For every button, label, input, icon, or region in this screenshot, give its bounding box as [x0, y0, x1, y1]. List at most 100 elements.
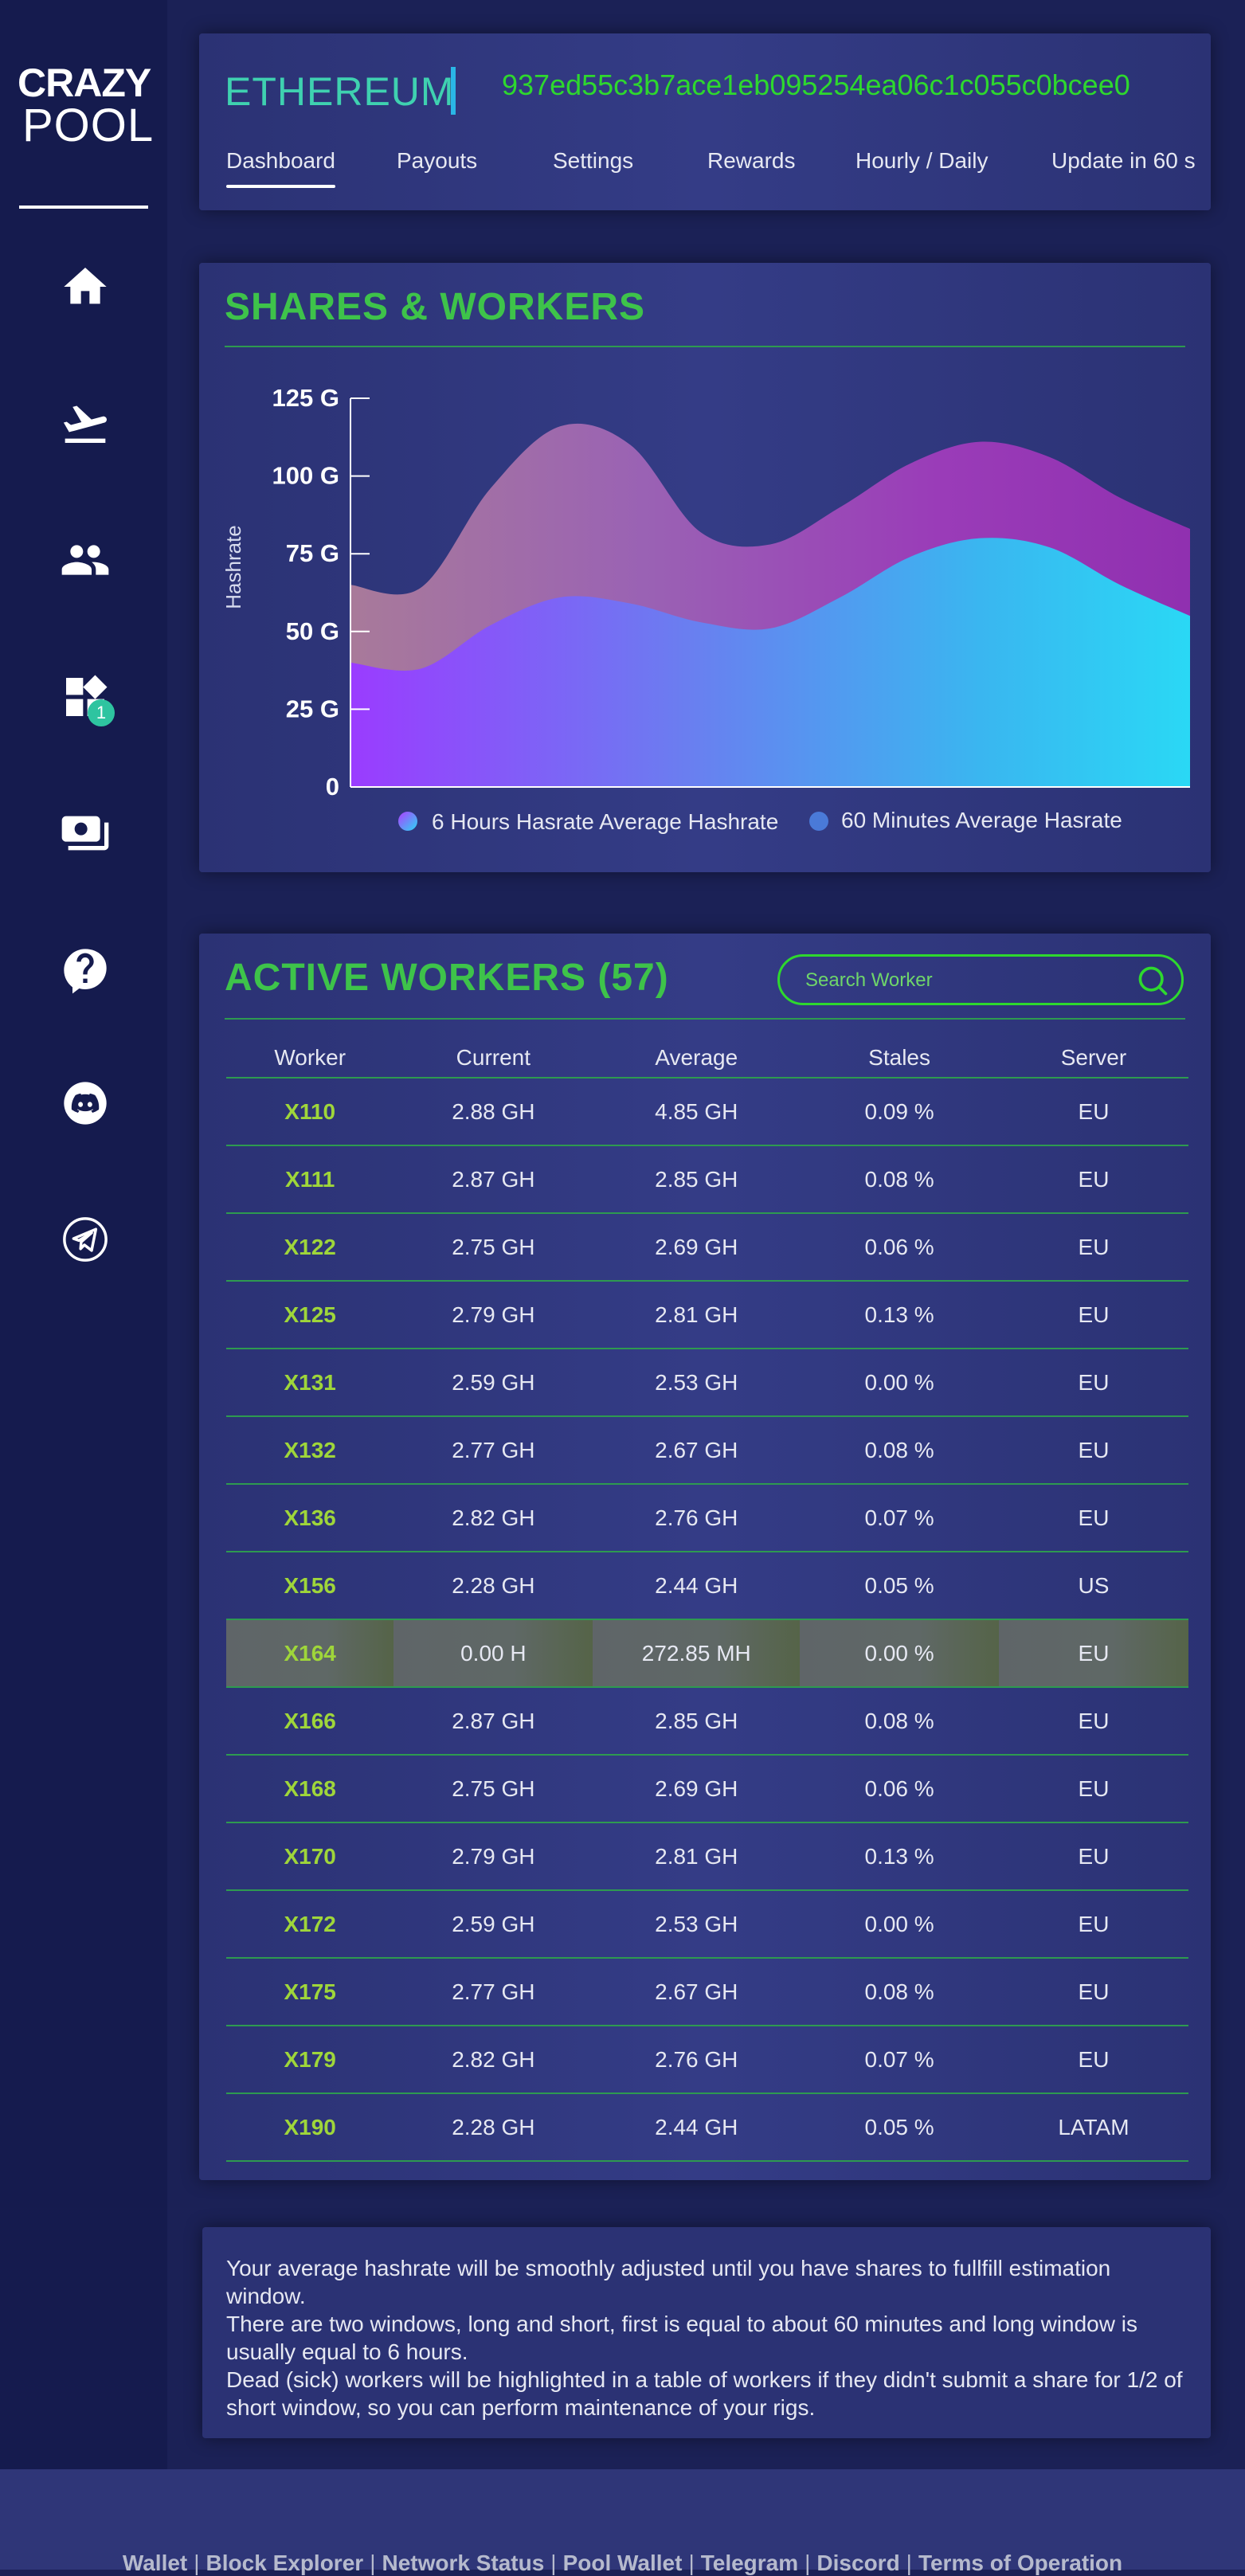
average-hashrate: 2.44 GH	[593, 2093, 801, 2162]
worker-row[interactable]: X122 2.75 GH 2.69 GH 0.06 % EU	[226, 1213, 1188, 1282]
worker-name[interactable]: X122	[226, 1213, 394, 1282]
tab-settings[interactable]: Settings	[553, 148, 633, 174]
column-header-worker[interactable]: Worker	[226, 1039, 394, 1079]
stales: 0.06 %	[800, 1755, 999, 1823]
footer-link[interactable]: Block Explorer	[206, 2551, 364, 2575]
legend-swatch-60m	[809, 812, 828, 831]
column-header-server[interactable]: Server	[998, 1039, 1188, 1079]
current-hashrate: 0.00 H	[393, 1619, 593, 1688]
worker-row[interactable]: X136 2.82 GH 2.76 GH 0.07 % EU	[226, 1484, 1188, 1552]
legend-label-60m: 60 Minutes Average Hasrate	[841, 808, 1122, 832]
worker-name[interactable]: X164	[226, 1619, 394, 1688]
sidebar-item-wallet[interactable]	[57, 805, 113, 861]
worker-name[interactable]: X125	[226, 1281, 394, 1349]
average-hashrate: 2.85 GH	[593, 1687, 801, 1756]
tab-hourly-daily[interactable]: Hourly / Daily	[855, 148, 988, 174]
current-hashrate: 2.88 GH	[393, 1078, 593, 1146]
sidebar-item-home[interactable]	[57, 259, 113, 315]
worker-row[interactable]: X179 2.82 GH 2.76 GH 0.07 % EU	[226, 2026, 1188, 2094]
current-hashrate: 2.79 GH	[393, 1281, 593, 1349]
tab-dashboard[interactable]: Dashboard	[226, 148, 335, 188]
sidebar-item-payouts[interactable]	[57, 396, 113, 452]
logo-divider	[19, 206, 148, 209]
sidebar-item-telegram[interactable]	[57, 1212, 113, 1267]
footer-separator: |	[805, 2551, 811, 2575]
search-worker-box[interactable]	[777, 954, 1184, 1005]
workers-group-icon	[61, 545, 109, 575]
worker-row[interactable]: X172 2.59 GH 2.53 GH 0.00 % EU	[226, 1890, 1188, 1959]
tab-rewards[interactable]: Rewards	[707, 148, 795, 174]
worker-row[interactable]: X166 2.87 GH 2.85 GH 0.08 % EU	[226, 1687, 1188, 1756]
worker-row[interactable]: X110 2.88 GH 4.85 GH 0.09 % EU	[226, 1078, 1188, 1146]
info-line-2: There are two windows, long and short, f…	[226, 2312, 1137, 2364]
server: LATAM	[998, 2093, 1188, 2162]
stales: 0.00 %	[800, 1890, 999, 1959]
worker-name[interactable]: X168	[226, 1755, 394, 1823]
worker-name[interactable]: X110	[226, 1078, 394, 1146]
stales: 0.08 %	[800, 1958, 999, 2026]
worker-name[interactable]: X190	[226, 2093, 394, 2162]
legend-swatch-6h	[398, 812, 417, 831]
footer-link[interactable]: Telegram	[701, 2551, 798, 2575]
footer-link[interactable]: Wallet	[123, 2551, 187, 2575]
tab-payouts[interactable]: Payouts	[397, 148, 477, 174]
info-line-1: Your average hashrate will be smoothly a…	[226, 2256, 1111, 2308]
worker-row[interactable]: X156 2.28 GH 2.44 GH 0.05 % US	[226, 1552, 1188, 1620]
worker-name[interactable]: X131	[226, 1349, 394, 1417]
worker-row[interactable]: X190 2.28 GH 2.44 GH 0.05 % LATAM	[226, 2093, 1188, 2162]
footer-link[interactable]: Network Status	[382, 2551, 544, 2575]
notification-badge: 1	[88, 699, 115, 726]
worker-name[interactable]: X111	[226, 1145, 394, 1214]
search-worker-input[interactable]	[804, 968, 1126, 993]
wallet-address[interactable]: 937ed55c3b7ace1eb095254ea06c1c055c0bcee0	[502, 69, 1130, 102]
worker-row[interactable]: X131 2.59 GH 2.53 GH 0.00 % EU	[226, 1349, 1188, 1417]
column-header-average[interactable]: Average	[593, 1039, 801, 1079]
worker-row[interactable]: X170 2.79 GH 2.81 GH 0.13 % EU	[226, 1822, 1188, 1891]
worker-name[interactable]: X136	[226, 1484, 394, 1552]
average-hashrate: 2.67 GH	[593, 1958, 801, 2026]
workers-title-rule	[225, 1018, 1185, 1020]
sidebar-item-help[interactable]	[57, 942, 113, 998]
stales: 0.05 %	[800, 1552, 999, 1620]
discord-icon	[64, 1082, 107, 1125]
workers-table-header: Worker Current Average Stales Server	[226, 1039, 1188, 1079]
stales: 0.13 %	[800, 1281, 999, 1349]
average-hashrate: 2.81 GH	[593, 1822, 801, 1891]
hashrate-chart: 0 25 G 50 G 75 G 100 G 125 G Hashrate 6 Hours…	[221, 384, 1190, 834]
server: EU	[998, 2026, 1188, 2094]
worker-name[interactable]: X179	[226, 2026, 394, 2094]
worker-row[interactable]: X168 2.75 GH 2.69 GH 0.06 % EU	[226, 1755, 1188, 1823]
column-header-current[interactable]: Current	[393, 1039, 593, 1079]
worker-row[interactable]: X164 0.00 H 272.85 MH 0.00 % EU	[226, 1619, 1188, 1688]
logo[interactable]: CRAZY POOL	[18, 62, 153, 149]
y-axis-label: Hashrate	[221, 525, 245, 609]
worker-name[interactable]: X156	[226, 1552, 394, 1620]
footer-separator: |	[370, 2551, 376, 2575]
search-icon[interactable]	[1135, 963, 1170, 998]
worker-name[interactable]: X132	[226, 1416, 394, 1485]
column-header-stales[interactable]: Stales	[800, 1039, 999, 1079]
stales: 0.07 %	[800, 1484, 999, 1552]
worker-name[interactable]: X166	[226, 1687, 394, 1756]
worker-row[interactable]: X175 2.77 GH 2.67 GH 0.08 % EU	[226, 1958, 1188, 2026]
payouts-plane-icon	[63, 405, 107, 443]
worker-name[interactable]: X175	[226, 1958, 394, 2026]
average-hashrate: 2.69 GH	[593, 1213, 801, 1282]
y-tick-label: 0	[326, 773, 339, 801]
info-line-3: Dead (sick) workers will be highlighted …	[226, 2367, 1183, 2420]
active-workers-card: ACTIVE WORKERS (57) Worker Current Avera…	[199, 934, 1211, 2180]
worker-row[interactable]: X125 2.79 GH 2.81 GH 0.13 % EU	[226, 1281, 1188, 1349]
y-tick-label: 75 G	[286, 539, 339, 567]
stales: 0.13 %	[800, 1822, 999, 1891]
worker-name[interactable]: X172	[226, 1890, 394, 1959]
sidebar-item-workers[interactable]	[57, 532, 113, 588]
worker-row[interactable]: X111 2.87 GH 2.85 GH 0.08 % EU	[226, 1145, 1188, 1214]
workers-table: Worker Current Average Stales Server X11…	[226, 1039, 1188, 2162]
footer-link[interactable]: Discord	[816, 2551, 899, 2575]
worker-name[interactable]: X170	[226, 1822, 394, 1891]
sidebar-item-discord[interactable]	[57, 1075, 113, 1131]
footer-link[interactable]: Terms of Operation	[918, 2551, 1122, 2575]
sidebar-item-widgets[interactable]: 1	[57, 669, 115, 726]
worker-row[interactable]: X132 2.77 GH 2.67 GH 0.08 % EU	[226, 1416, 1188, 1485]
footer-link[interactable]: Pool Wallet	[563, 2551, 683, 2575]
